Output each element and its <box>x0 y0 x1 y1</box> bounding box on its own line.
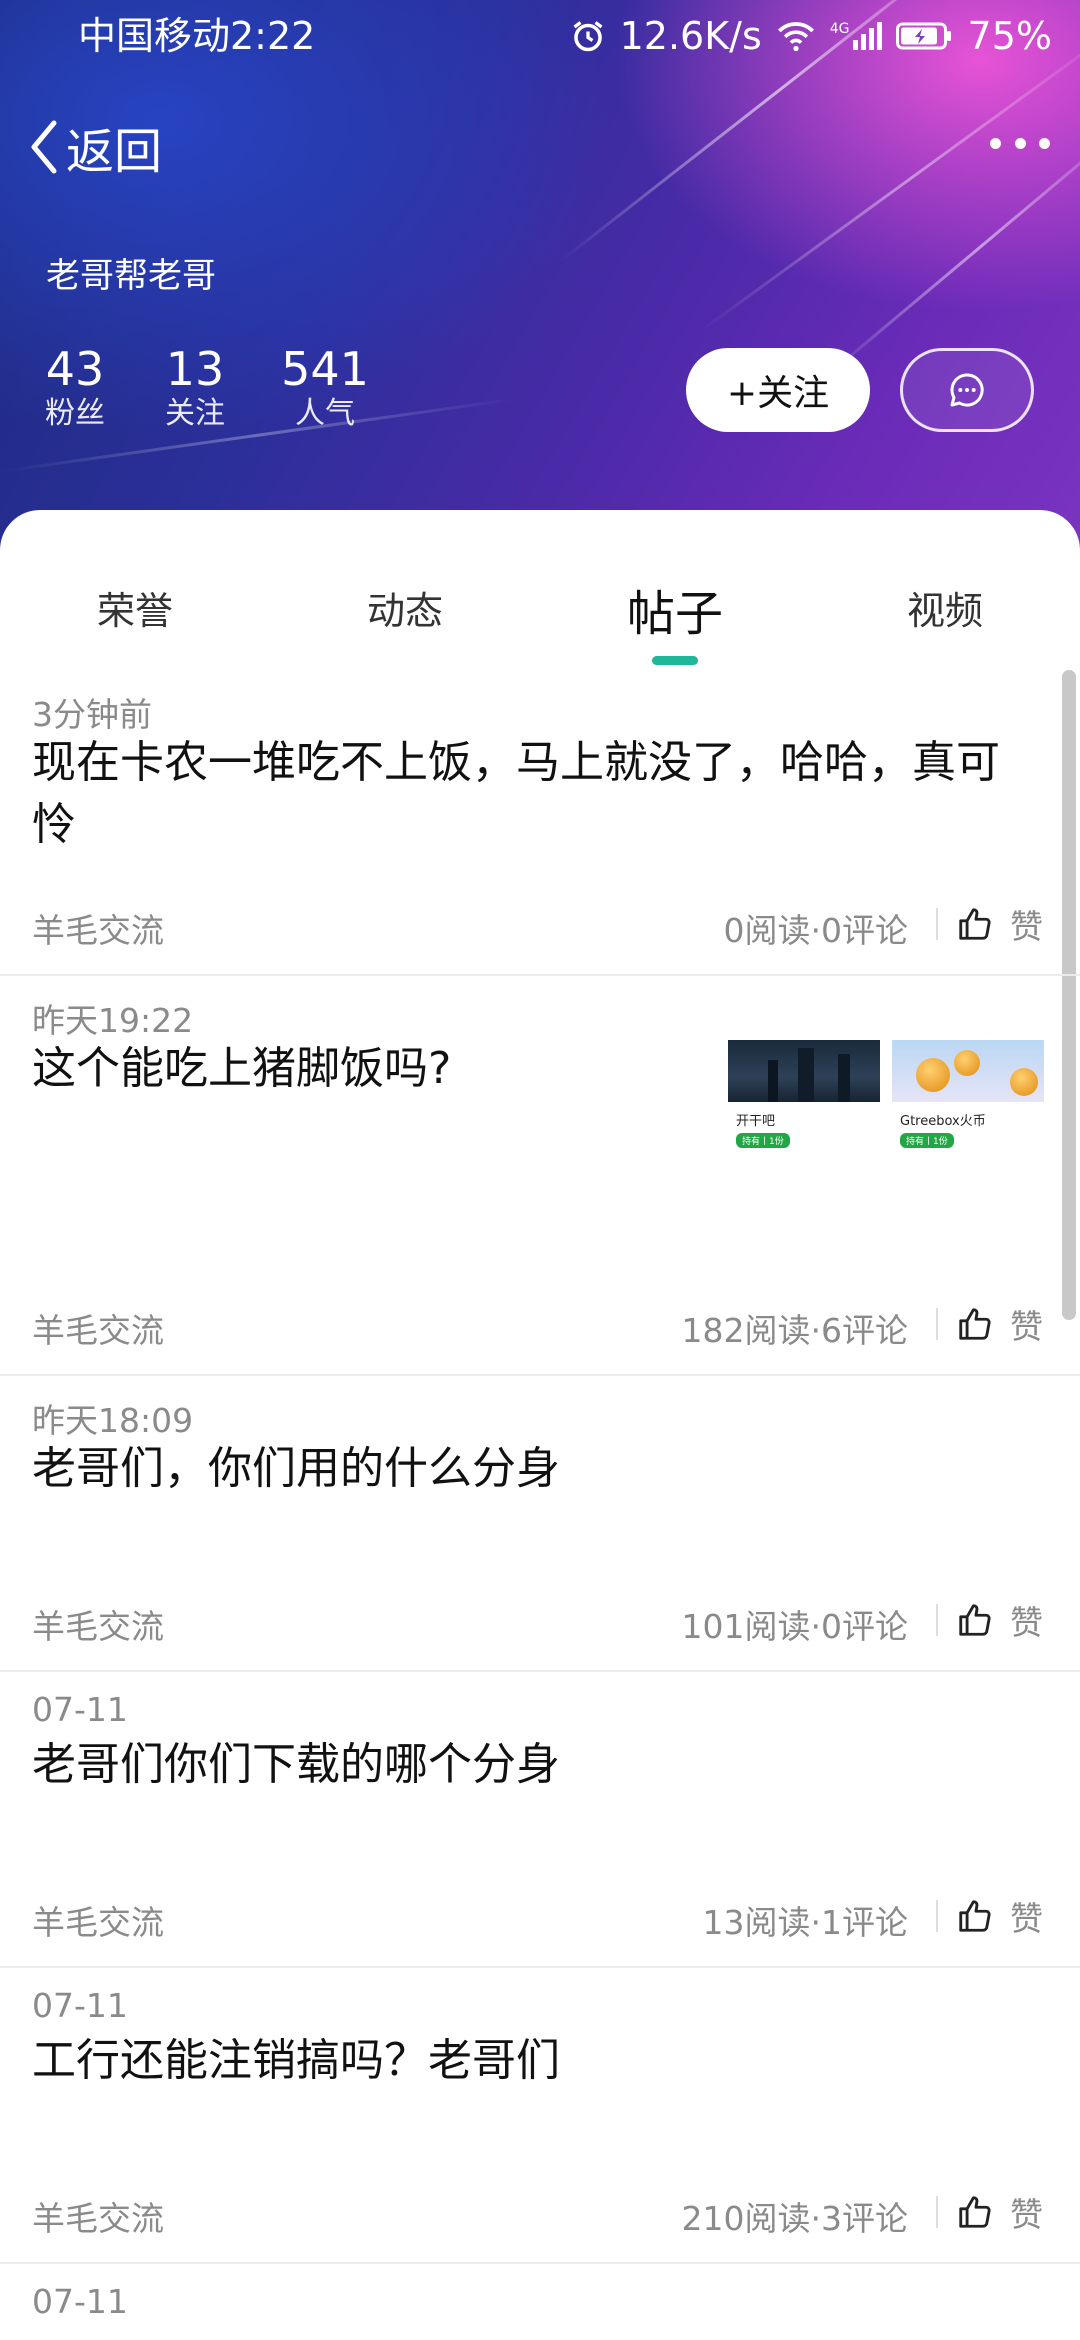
post-stats: 0阅读·0评论 <box>723 911 908 950</box>
post-title[interactable]: 现在卡农一堆吃不上饭，马上就没了，哈哈，真可怜 <box>32 732 1042 856</box>
stat-label: 人气 <box>295 396 355 431</box>
divider <box>936 1308 938 1340</box>
post-time: 07-11 <box>32 2282 128 2321</box>
like-label: 赞 <box>1010 1603 1043 1642</box>
post-item[interactable]: 3分钟前 现在卡农一堆吃不上饭，马上就没了，哈哈，真可怜 羊毛交流 0阅读·0评… <box>0 670 1080 976</box>
post-title[interactable]: 工行还能注销搞吗？老哥们 <box>32 2030 1042 2092</box>
status-right-group: 12.6K/s 4G 75% <box>570 14 1052 58</box>
battery-percent: 75% <box>967 14 1052 58</box>
like-button[interactable]: 赞 <box>956 1892 1043 1940</box>
divider <box>936 1604 938 1636</box>
stat-value: 13 <box>165 342 225 396</box>
like-button[interactable]: 赞 <box>956 1596 1043 1644</box>
holding-badge: 持有丨1份 <box>900 1133 954 1148</box>
post-category[interactable]: 羊毛交流 <box>32 1896 164 1944</box>
post-stats: 13阅读·1评论 <box>702 1903 908 1942</box>
divider <box>936 1900 938 1932</box>
signal-icon: 4G <box>830 22 882 50</box>
battery-icon <box>895 22 951 50</box>
stat-value: 43 <box>45 342 105 396</box>
thumbnail-caption: Gtreebox火币 <box>900 1114 986 1129</box>
more-dot <box>1014 137 1026 149</box>
follow-button[interactable]: +关注 <box>686 348 870 432</box>
city-night-image <box>728 1040 880 1102</box>
status-carrier-time: 中国移动2:22 <box>78 14 316 58</box>
post-item[interactable]: 07-11 工行还能注销搞吗？老哥们 羊毛交流 210阅读·3评论 赞 <box>0 1968 1080 2264</box>
content-sheet: 荣誉 动态 帖子 视频 3分钟前 现在卡农一堆吃不上饭，马上就没了，哈哈，真可怜… <box>0 510 1080 2340</box>
network-speed: 12.6K/s <box>619 14 762 58</box>
wifi-icon <box>777 22 814 52</box>
post-stats: 101阅读·0评论 <box>681 1607 908 1646</box>
post-title[interactable]: 老哥们，你们用的什么分身 <box>32 1438 1042 1500</box>
message-button[interactable] <box>900 348 1034 432</box>
back-label: 返回 <box>66 124 163 180</box>
thumbs-up-icon <box>959 1308 991 1340</box>
tab-honors[interactable]: 荣誉 <box>97 580 173 635</box>
tab-activity[interactable]: 动态 <box>367 580 443 635</box>
thumbs-up-icon <box>959 1604 991 1636</box>
network-type: 4G <box>829 21 850 37</box>
user-name: 老哥帮老哥 <box>46 256 216 296</box>
like-button[interactable]: 赞 <box>956 2188 1043 2236</box>
tab-posts[interactable]: 帖子 <box>627 574 723 644</box>
post-stats: 210阅读·3评论 <box>681 2199 908 2238</box>
like-label: 赞 <box>1010 907 1043 946</box>
profile-header: 中国移动2:22 12.6K/s 4G 75% 返回 老哥帮老哥 43 粉丝 1… <box>0 0 1080 560</box>
post-thumbnail[interactable]: Gtreebox火币 持有丨1份 <box>892 1040 1044 1160</box>
coins-image <box>892 1040 1044 1102</box>
back-button[interactable]: 返回 <box>28 112 162 182</box>
post-category[interactable]: 羊毛交流 <box>32 1600 164 1648</box>
thumbnail-caption: 开干吧 <box>736 1114 776 1129</box>
stat-popularity: 541 人气 <box>270 342 380 432</box>
thumbs-up-icon <box>959 1900 991 1932</box>
like-button[interactable]: 赞 <box>956 1300 1043 1348</box>
more-dot <box>1039 137 1050 149</box>
stat-label: 关注 <box>165 396 225 431</box>
post-category[interactable]: 羊毛交流 <box>32 1304 164 1352</box>
thumbs-up-icon <box>959 908 991 940</box>
like-label: 赞 <box>1010 2195 1043 2234</box>
like-label: 赞 <box>1010 1307 1043 1346</box>
post-time: 昨天18:09 <box>32 1401 194 1440</box>
more-dot <box>990 137 1001 149</box>
divider <box>936 2196 938 2228</box>
tab-bar: 荣誉 动态 帖子 视频 <box>0 510 1080 670</box>
post-stats: 182阅读·6评论 <box>681 1311 908 1350</box>
post-item[interactable]: 07-11 <box>0 2264 1080 2340</box>
more-menu-button[interactable] <box>990 128 1050 158</box>
tab-indicator <box>652 656 698 665</box>
like-button[interactable]: 赞 <box>956 900 1043 948</box>
post-time: 昨天19:22 <box>32 1001 194 1040</box>
chat-bubble-icon <box>950 373 984 407</box>
post-time: 3分钟前 <box>32 695 152 734</box>
stat-following[interactable]: 13 关注 <box>150 342 240 432</box>
holding-badge: 持有丨1份 <box>736 1133 790 1148</box>
chevron-left-icon <box>31 120 57 174</box>
like-label: 赞 <box>1010 1899 1043 1938</box>
thumbs-up-icon <box>959 2196 991 2228</box>
post-item[interactable]: 昨天18:09 老哥们，你们用的什么分身 羊毛交流 101阅读·0评论 赞 <box>0 1376 1080 1672</box>
post-item[interactable]: 07-11 老哥们你们下载的哪个分身 羊毛交流 13阅读·1评论 赞 <box>0 1672 1080 1968</box>
post-time: 07-11 <box>32 1690 128 1729</box>
alarm-icon <box>573 21 603 52</box>
stat-value: 541 <box>281 342 369 396</box>
post-thumbnail[interactable]: 开干吧 持有丨1份 <box>728 1040 880 1160</box>
post-item[interactable]: 昨天19:22 这个能吃上猪脚饭吗? 开干吧 持有丨1份 Gtreebox火币 … <box>0 976 1080 1376</box>
post-category[interactable]: 羊毛交流 <box>32 904 164 952</box>
divider <box>936 908 938 940</box>
light-streak <box>699 24 1080 333</box>
stat-label: 粉丝 <box>45 396 105 431</box>
post-category[interactable]: 羊毛交流 <box>32 2192 164 2240</box>
tab-videos[interactable]: 视频 <box>907 580 983 635</box>
stat-fans[interactable]: 43 粉丝 <box>30 342 120 432</box>
post-title[interactable]: 这个能吃上猪脚饭吗? <box>32 1038 692 1100</box>
post-title[interactable]: 老哥们你们下载的哪个分身 <box>32 1734 1042 1796</box>
post-time: 07-11 <box>32 1986 128 2025</box>
